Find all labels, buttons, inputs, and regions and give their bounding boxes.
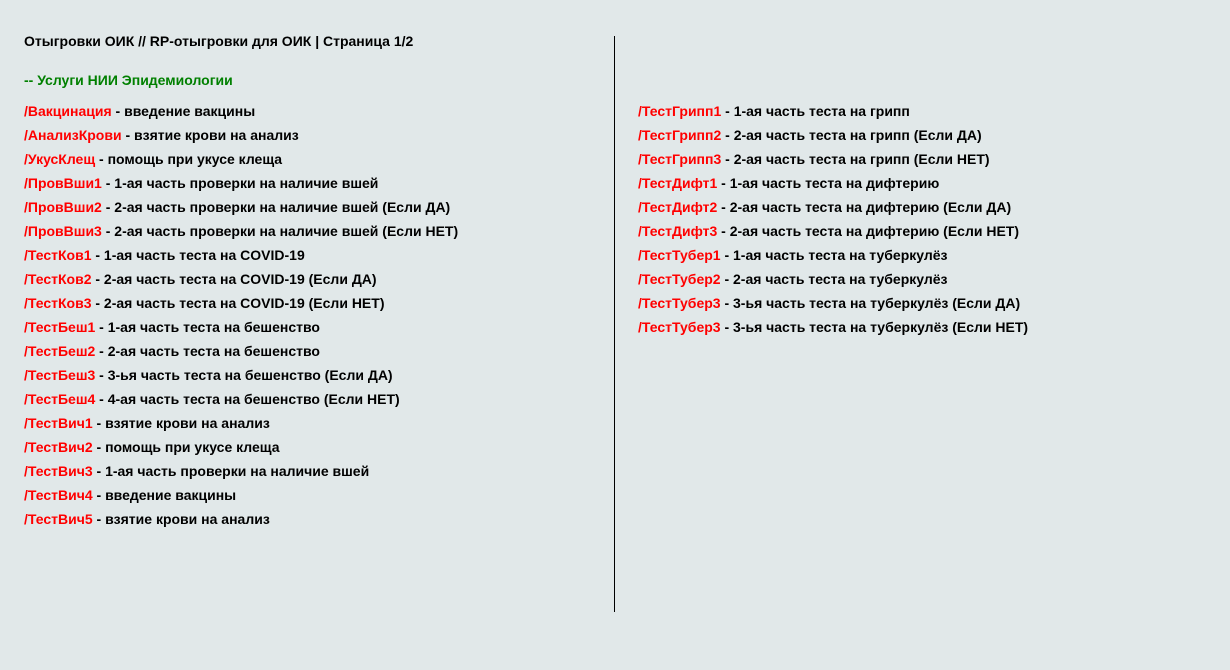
command-name: /УкусКлещ	[24, 151, 96, 167]
command-name: /ТестКов1	[24, 247, 92, 263]
command-name: /ТестВич2	[24, 439, 93, 455]
command-description: - 2-ая часть теста на дифтерию (Если НЕТ…	[717, 223, 1020, 239]
command-name: /ТестГрипп3	[638, 151, 722, 167]
command-name: /ТестБеш1	[24, 319, 96, 335]
command-description: - взятие крови на анализ	[92, 415, 270, 431]
command-description: - введение вакцины	[111, 103, 256, 119]
command-name: /ТестКов2	[24, 271, 92, 287]
command-row: /ТестТубер2 - 2-ая часть теста на туберк…	[638, 269, 1028, 293]
command-row: /ТестТубер3 - 3-ья часть теста на туберк…	[638, 317, 1028, 341]
command-name: /ПровВши1	[24, 175, 102, 191]
command-name: /ТестДифт1	[638, 175, 718, 191]
command-description: - 4-ая часть теста на бешенство (Если НЕ…	[95, 391, 400, 407]
command-row: /ТестТубер1 - 1-ая часть теста на туберк…	[638, 245, 1028, 269]
command-name: /Вакцинация	[24, 103, 112, 119]
command-row: /ТестБеш4 - 4-ая часть теста на бешенств…	[24, 389, 458, 413]
command-name: /ТестВич3	[24, 463, 93, 479]
command-row: /ТестГрипп3 - 2-ая часть теста на грипп …	[638, 149, 1028, 173]
command-name: /ТестТубер1	[638, 247, 721, 263]
column-divider	[614, 36, 615, 612]
command-row: /ПровВши2 - 2-ая часть проверки на налич…	[24, 197, 458, 221]
command-description: - 2-ая часть теста на бешенство	[95, 343, 320, 359]
command-description: - помощь при укусе клеща	[95, 151, 283, 167]
command-description: - 1-ая часть теста на туберкулёз	[720, 247, 948, 263]
command-name: /ТестВич1	[24, 415, 93, 431]
command-row: /ТестДифт2 - 2-ая часть теста на дифтери…	[638, 197, 1028, 221]
command-description: - 3-ья часть теста на туберкулёз (Если Д…	[720, 295, 1021, 311]
command-row: /ТестВич5 - взятие крови на анализ	[24, 509, 458, 533]
command-name: /ТестБеш2	[24, 343, 96, 359]
command-description: - 2-ая часть проверки на наличие вшей (Е…	[101, 223, 459, 239]
right-command-list: /ТестГрипп1 - 1-ая часть теста на грипп …	[638, 101, 1028, 341]
command-name: /ТестТубер3	[638, 295, 721, 311]
command-name: /ТестТубер2	[638, 271, 721, 287]
command-name: /ТестДифт2	[638, 199, 718, 215]
command-row: /ТестБеш3 - 3-ья часть теста на бешенств…	[24, 365, 458, 389]
command-row: /ТестВич2 - помощь при укусе клеща	[24, 437, 458, 461]
command-description: - 3-ья часть теста на туберкулёз (Если Н…	[720, 319, 1029, 335]
command-row: /ТестВич1 - взятие крови на анализ	[24, 413, 458, 437]
command-row: /ТестДифт1 - 1-ая часть теста на дифтери…	[638, 173, 1028, 197]
command-description: - 2-ая часть теста на туберкулёз	[720, 271, 948, 287]
command-name: /ТестГрипп1	[638, 103, 722, 119]
command-row: /ТестТубер3 - 3-ья часть теста на туберк…	[638, 293, 1028, 317]
command-row: /ТестКов2 - 2-ая часть теста на COVID-19…	[24, 269, 458, 293]
command-name: /ПровВши3	[24, 223, 102, 239]
command-name: /ТестКов3	[24, 295, 92, 311]
command-name: /ТестБеш3	[24, 367, 96, 383]
command-description: - 1-ая часть проверки на наличие вшей	[92, 463, 370, 479]
command-description: - помощь при укусе клеща	[92, 439, 280, 455]
command-row: /ТестГрипп1 - 1-ая часть теста на грипп	[638, 101, 1028, 125]
command-row: /ТестДифт3 - 2-ая часть теста на дифтери…	[638, 221, 1028, 245]
command-row: /ПровВши1 - 1-ая часть проверки на налич…	[24, 173, 458, 197]
command-row: /ТестБеш2 - 2-ая часть теста на бешенств…	[24, 341, 458, 365]
command-name: /ТестДифт3	[638, 223, 718, 239]
left-command-list: /Вакцинация - введение вакцины /АнализКр…	[24, 101, 458, 533]
command-description: - взятие крови на анализ	[121, 127, 299, 143]
command-name: /ТестВич5	[24, 511, 93, 527]
command-row: /ТестКов1 - 1-ая часть теста на COVID-19	[24, 245, 458, 269]
command-description: - 2-ая часть теста на дифтерию (Если ДА)	[717, 199, 1012, 215]
command-row: /ТестВич3 - 1-ая часть проверки на налич…	[24, 461, 458, 485]
command-row: /УкусКлещ - помощь при укусе клеща	[24, 149, 458, 173]
command-description: - 3-ья часть теста на бешенство (Если ДА…	[95, 367, 393, 383]
page-title: Отыгровки ОИК // RP-отыгровки для ОИК | …	[24, 33, 414, 49]
command-description: - 2-ая часть проверки на наличие вшей (Е…	[101, 199, 451, 215]
command-row: /ТестБеш1 - 1-ая часть теста на бешенств…	[24, 317, 458, 341]
command-row: /ТестВич4 - введение вакцины	[24, 485, 458, 509]
command-description: - 1-ая часть теста на дифтерию	[717, 175, 940, 191]
command-row: /ТестКов3 - 2-ая часть теста на COVID-19…	[24, 293, 458, 317]
command-row: /ПровВши3 - 2-ая часть проверки на налич…	[24, 221, 458, 245]
command-description: - 2-ая часть теста на COVID-19 (Если НЕТ…	[91, 295, 385, 311]
command-description: - взятие крови на анализ	[92, 511, 270, 527]
command-description: - введение вакцины	[92, 487, 237, 503]
command-description: - 1-ая часть теста на грипп	[721, 103, 910, 119]
command-name: /ТестВич4	[24, 487, 93, 503]
command-name: /ТестТубер3	[638, 319, 721, 335]
command-description: - 2-ая часть теста на COVID-19 (Если ДА)	[91, 271, 377, 287]
command-description: - 2-ая часть теста на грипп (Если НЕТ)	[721, 151, 990, 167]
command-description: - 1-ая часть теста на COVID-19	[91, 247, 305, 263]
command-description: - 1-ая часть теста на бешенство	[95, 319, 320, 335]
command-name: /ПровВши2	[24, 199, 102, 215]
command-description: - 2-ая часть теста на грипп (Если ДА)	[721, 127, 982, 143]
command-description: - 1-ая часть проверки на наличие вшей	[101, 175, 379, 191]
command-row: /ТестГрипп2 - 2-ая часть теста на грипп …	[638, 125, 1028, 149]
command-row: /АнализКрови - взятие крови на анализ	[24, 125, 458, 149]
command-name: /ТестБеш4	[24, 391, 96, 407]
section-title: -- Услуги НИИ Эпидемиологии	[24, 72, 233, 88]
command-name: /АнализКрови	[24, 127, 122, 143]
command-name: /ТестГрипп2	[638, 127, 722, 143]
command-row: /Вакцинация - введение вакцины	[24, 101, 458, 125]
